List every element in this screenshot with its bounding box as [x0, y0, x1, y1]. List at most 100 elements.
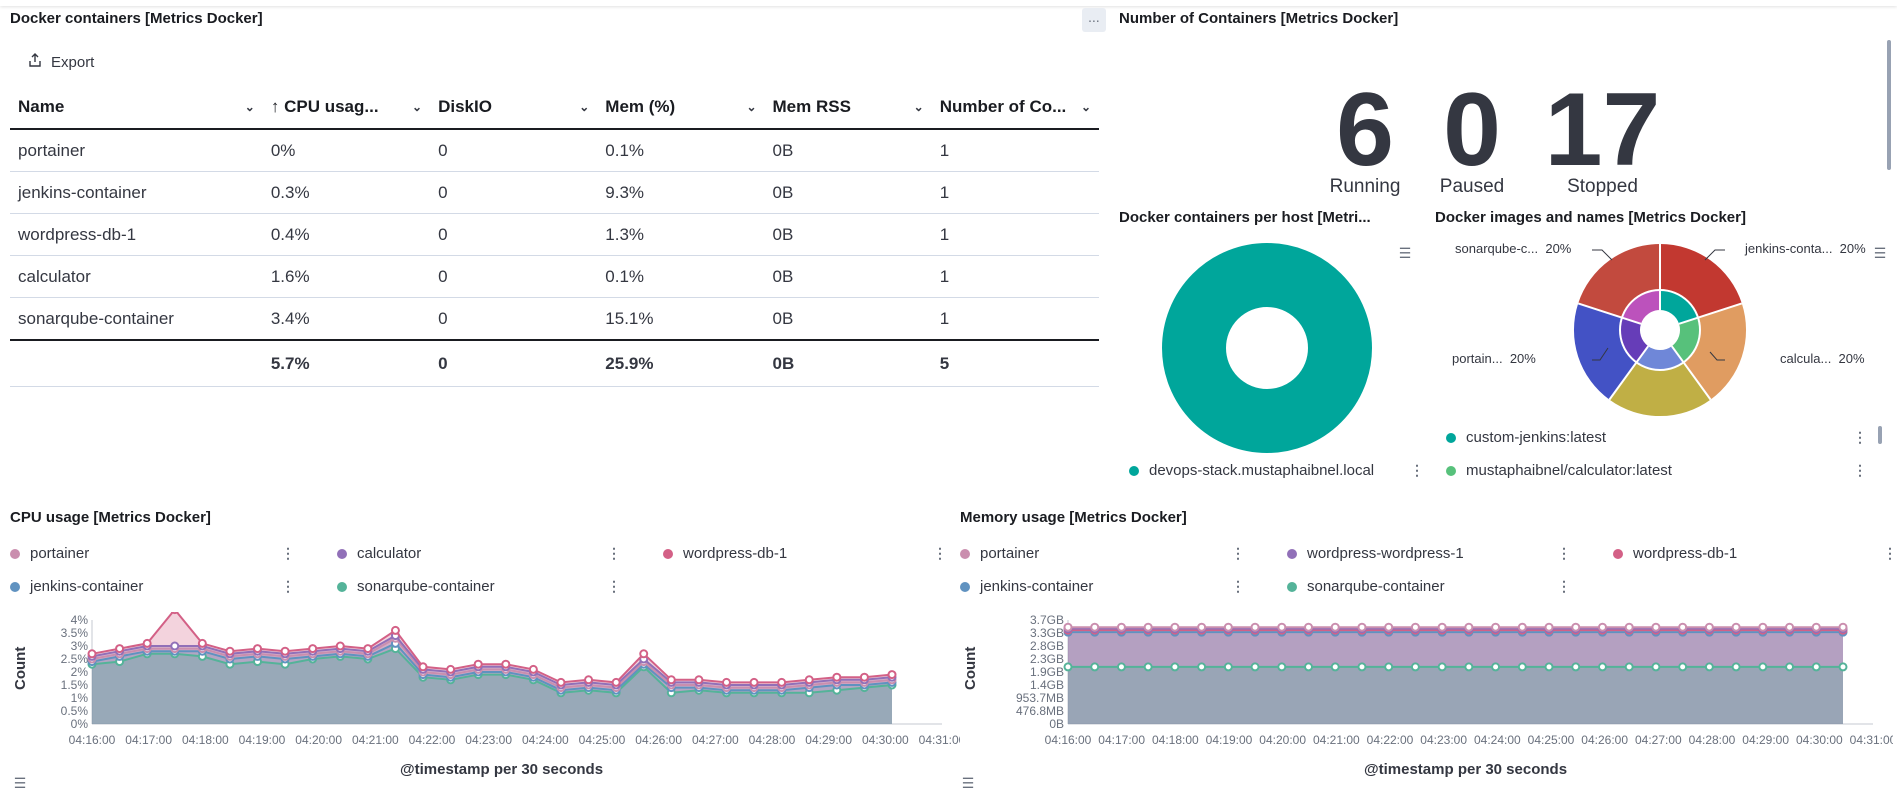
column-header-number[interactable]: Number of Co... ⌄	[931, 86, 1099, 130]
point-portainer	[887, 670, 897, 680]
column-header-diskio[interactable]: DiskIO ⌄	[430, 86, 598, 130]
legend-label: wordpress-db-1	[1633, 545, 1738, 562]
point-portainer	[1384, 622, 1394, 632]
legend-dot	[1446, 432, 1456, 443]
legend-dot	[10, 581, 20, 592]
legend-dot	[1287, 548, 1297, 559]
point-sonarqube-container	[1143, 662, 1153, 672]
cpu-xlabel: @timestamp per 30 seconds	[400, 761, 604, 778]
cell-mem-pct: 15.1%	[597, 297, 765, 341]
point-portainer	[1758, 622, 1768, 632]
point-portainer	[142, 638, 152, 648]
point-portainer	[1250, 622, 1260, 632]
mem-legend-item[interactable]: portainer	[960, 545, 1039, 562]
more-options-icon[interactable]: ⋮	[1231, 578, 1245, 595]
point-portainer	[1838, 622, 1848, 632]
host-donut-slice[interactable]	[1162, 243, 1372, 453]
mem-xlabel: @timestamp per 30 seconds	[1364, 761, 1568, 778]
chevron-down-icon[interactable]: ⌄	[1081, 100, 1091, 114]
images-legend-item[interactable]: custom-jenkins:latest	[1446, 429, 1606, 446]
chevron-down-icon[interactable]: ⌄	[914, 100, 924, 114]
point-portainer	[1597, 622, 1607, 632]
more-options-icon[interactable]: ⋮	[1883, 545, 1897, 562]
table-row: sonarqube-container 3.4% 0 15.1% 0B 1	[10, 297, 1099, 341]
more-options-icon[interactable]: ⋮	[1853, 429, 1867, 446]
more-options-icon[interactable]: ⋮	[933, 545, 947, 562]
y-tick-label: 3.7GB	[1030, 613, 1064, 627]
more-options-icon[interactable]: ⋮	[607, 578, 621, 595]
legend-toggle-icon[interactable]: ☰	[1393, 241, 1417, 265]
point-sonarqube-container	[1464, 662, 1474, 672]
point-portainer	[721, 677, 731, 687]
legend-toggle-icon[interactable]: ☰	[8, 771, 32, 795]
x-tick-label: 04:30:00	[862, 733, 909, 747]
chevron-down-icon[interactable]: ⌄	[579, 100, 589, 114]
mem-legend-item[interactable]: sonarqube-container	[1287, 578, 1445, 595]
legend-toggle-icon[interactable]: ☰	[956, 771, 980, 795]
scrollbar[interactable]	[1887, 40, 1891, 170]
cpu-legend-item[interactable]: calculator	[337, 545, 421, 562]
more-options-icon[interactable]: ⋮	[281, 578, 295, 595]
mem-area-chart: 0B476.8MB953.7MB1.4GB1.9GB2.3GB2.8GB3.3G…	[1016, 613, 1893, 747]
column-header-mem-rss[interactable]: Mem RSS ⌄	[764, 86, 932, 130]
pie-label-sonarqube: sonarqube-c... 20%	[1455, 241, 1572, 256]
x-tick-label: 04:16:00	[69, 733, 116, 747]
mem-legend-item[interactable]: wordpress-db-1	[1613, 545, 1737, 562]
legend-toggle-icon[interactable]: ☰	[1868, 241, 1892, 265]
more-options-icon[interactable]: ⋮	[1557, 578, 1571, 595]
point-portainer	[390, 625, 400, 635]
cpu-legend-item[interactable]: portainer	[10, 545, 89, 562]
point-portainer	[1678, 622, 1688, 632]
point-portainer	[308, 644, 318, 654]
x-tick-label: 04:17:00	[1098, 733, 1145, 747]
y-tick-label: 4%	[71, 613, 89, 627]
host-panel-title: Docker containers per host [Metri...	[1119, 209, 1371, 226]
mem-legend-item[interactable]: wordpress-wordpress-1	[1287, 545, 1464, 562]
export-button[interactable]: Export	[27, 52, 94, 72]
chevron-down-icon[interactable]: ⌄	[746, 100, 756, 114]
column-header-mem-pct[interactable]: Mem (%) ⌄	[597, 86, 765, 130]
point-portainer	[804, 675, 814, 685]
x-tick-label: 04:28:00	[1689, 733, 1736, 747]
more-options-icon[interactable]: ⋮	[1410, 462, 1424, 479]
cpu-legend-item[interactable]: wordpress-db-1	[663, 545, 787, 562]
point-portainer	[777, 677, 787, 687]
panel-options-icon[interactable]: ∙∙∙	[1082, 8, 1106, 32]
y-tick-label: 0.5%	[61, 704, 89, 718]
legend-label: wordpress-db-1	[683, 545, 788, 562]
pie-label-portainer: portain... 20%	[1452, 351, 1536, 366]
point-portainer	[1785, 622, 1795, 632]
more-options-icon[interactable]: ⋮	[1557, 545, 1571, 562]
column-header-name[interactable]: Name ⌄	[10, 86, 263, 130]
images-legend-item[interactable]: mustaphaibnel/calculator:latest	[1446, 462, 1672, 479]
x-tick-label: 04:25:00	[1528, 733, 1575, 747]
column-header-cpu[interactable]: ↑ CPU usag... ⌄	[262, 86, 431, 130]
mem-legend-item[interactable]: jenkins-container	[960, 578, 1093, 595]
more-options-icon[interactable]: ⋮	[1853, 462, 1867, 479]
cpu-legend-item[interactable]: jenkins-container	[10, 578, 143, 595]
y-tick-label: 0%	[71, 717, 89, 731]
y-tick-label: 1.5%	[61, 678, 89, 692]
cell-mem-pct: 0.1%	[597, 255, 765, 298]
cpu-legend-item[interactable]: sonarqube-container	[337, 578, 495, 595]
cell-name: sonarqube-container	[10, 297, 263, 341]
legend-dot	[337, 548, 347, 559]
legend-scrollbar[interactable]	[1878, 426, 1882, 444]
point-sonarqube-container	[1384, 662, 1394, 672]
more-options-icon[interactable]: ⋮	[607, 545, 621, 562]
more-options-icon[interactable]: ⋮	[281, 545, 295, 562]
host-legend-item[interactable]: devops-stack.mustaphaibnel.local	[1129, 462, 1374, 479]
share-icon	[27, 52, 43, 72]
point-portainer	[1410, 622, 1420, 632]
chevron-down-icon[interactable]: ⌄	[245, 100, 255, 114]
point-calculator	[170, 641, 180, 651]
total-mem-pct: 25.9%	[597, 339, 765, 387]
more-options-icon[interactable]: ⋮	[1231, 545, 1245, 562]
legend-label: custom-jenkins:latest	[1466, 429, 1607, 446]
point-portainer	[363, 644, 373, 654]
x-tick-label: 04:26:00	[635, 733, 682, 747]
cell-cpu: 3.4%	[262, 297, 431, 341]
chevron-down-icon[interactable]: ⌄	[412, 100, 422, 114]
x-tick-label: 04:22:00	[409, 733, 456, 747]
running-value: 6	[1336, 72, 1394, 188]
